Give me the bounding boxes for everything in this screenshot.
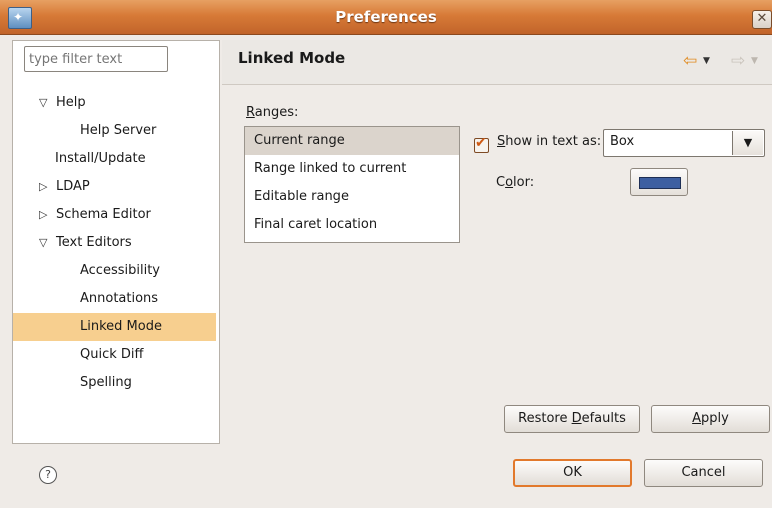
page-title: Linked Mode [238, 49, 346, 67]
back-menu-chevron-down-icon[interactable]: ▼ [703, 55, 710, 67]
apply-button[interactable]: Apply [651, 405, 770, 433]
text-style-value: Box [610, 134, 635, 149]
tree-item-label: Spelling [80, 375, 132, 390]
back-arrow-icon[interactable]: ⇦ [683, 51, 697, 71]
tree-item[interactable]: Help Server [13, 117, 216, 145]
color-swatch [639, 177, 681, 189]
tree-item-label: Help Server [80, 123, 157, 138]
chevron-right-icon[interactable]: ▷ [39, 201, 47, 229]
chevron-right-icon[interactable]: ▷ [39, 173, 47, 201]
restore-defaults-button[interactable]: Restore Defaults [504, 405, 640, 433]
color-label: Color: [496, 175, 535, 190]
tree-item-label: Linked Mode [80, 319, 162, 334]
tree-item[interactable]: Accessibility [13, 257, 216, 285]
window-title: Preferences [335, 8, 437, 26]
tree-item[interactable]: Annotations [13, 285, 216, 313]
tree-item-label: Install/Update [55, 151, 146, 166]
tree-item-label: LDAP [56, 179, 90, 194]
close-button[interactable]: ✕ [752, 10, 772, 29]
color-picker-button[interactable] [630, 168, 688, 196]
show-in-text-label: Show in text as: [497, 134, 602, 149]
tree-item-label: Schema Editor [56, 207, 151, 222]
ranges-label: Ranges: [246, 105, 299, 120]
text-style-select[interactable]: Box ▼ [603, 129, 765, 157]
tree-item-label: Text Editors [56, 235, 132, 250]
tree-item[interactable]: ▷ LDAP [13, 173, 216, 201]
forward-menu-chevron-down-icon[interactable]: ▼ [751, 55, 758, 67]
tree-item[interactable]: Linked Mode [13, 313, 216, 341]
chevron-down-icon[interactable]: ▽ [39, 229, 47, 257]
filter-input[interactable] [24, 46, 168, 72]
cancel-button[interactable]: Cancel [644, 459, 763, 487]
chevron-down-icon[interactable]: ▼ [732, 131, 763, 155]
tree-item[interactable]: Install/Update [13, 145, 216, 173]
tree-item-label: Accessibility [80, 263, 160, 278]
tree-item[interactable]: Spelling [13, 369, 216, 397]
tree-item-label: Quick Diff [80, 347, 144, 362]
tree-item-label: Help [56, 95, 86, 110]
help-icon[interactable]: ? [39, 466, 57, 484]
chevron-down-icon[interactable]: ▽ [39, 89, 47, 117]
tree-item[interactable]: Quick Diff [13, 341, 216, 369]
tree-item-label: Annotations [80, 291, 159, 306]
range-list-item[interactable]: Final caret location [245, 211, 459, 239]
range-list-item[interactable]: Range linked to current [245, 155, 459, 183]
tree-list: ▽ Help Help Server Install/Update ▷ LDAP ▷ Sche… [13, 89, 216, 397]
tree-item[interactable]: ▽ Help [13, 89, 216, 117]
tree-item[interactable]: ▽ Text Editors [13, 229, 216, 257]
forward-arrow-icon[interactable]: ⇨ [731, 51, 745, 71]
tree-item[interactable]: ▷ Schema Editor [13, 201, 216, 229]
ok-button[interactable]: OK [513, 459, 632, 487]
range-list-item[interactable]: Current range [245, 127, 459, 155]
show-in-text-checkbox[interactable] [474, 135, 489, 153]
ranges-list: Current range Range linked to current Edit… [244, 126, 460, 243]
range-list-item[interactable]: Editable range [245, 183, 459, 211]
